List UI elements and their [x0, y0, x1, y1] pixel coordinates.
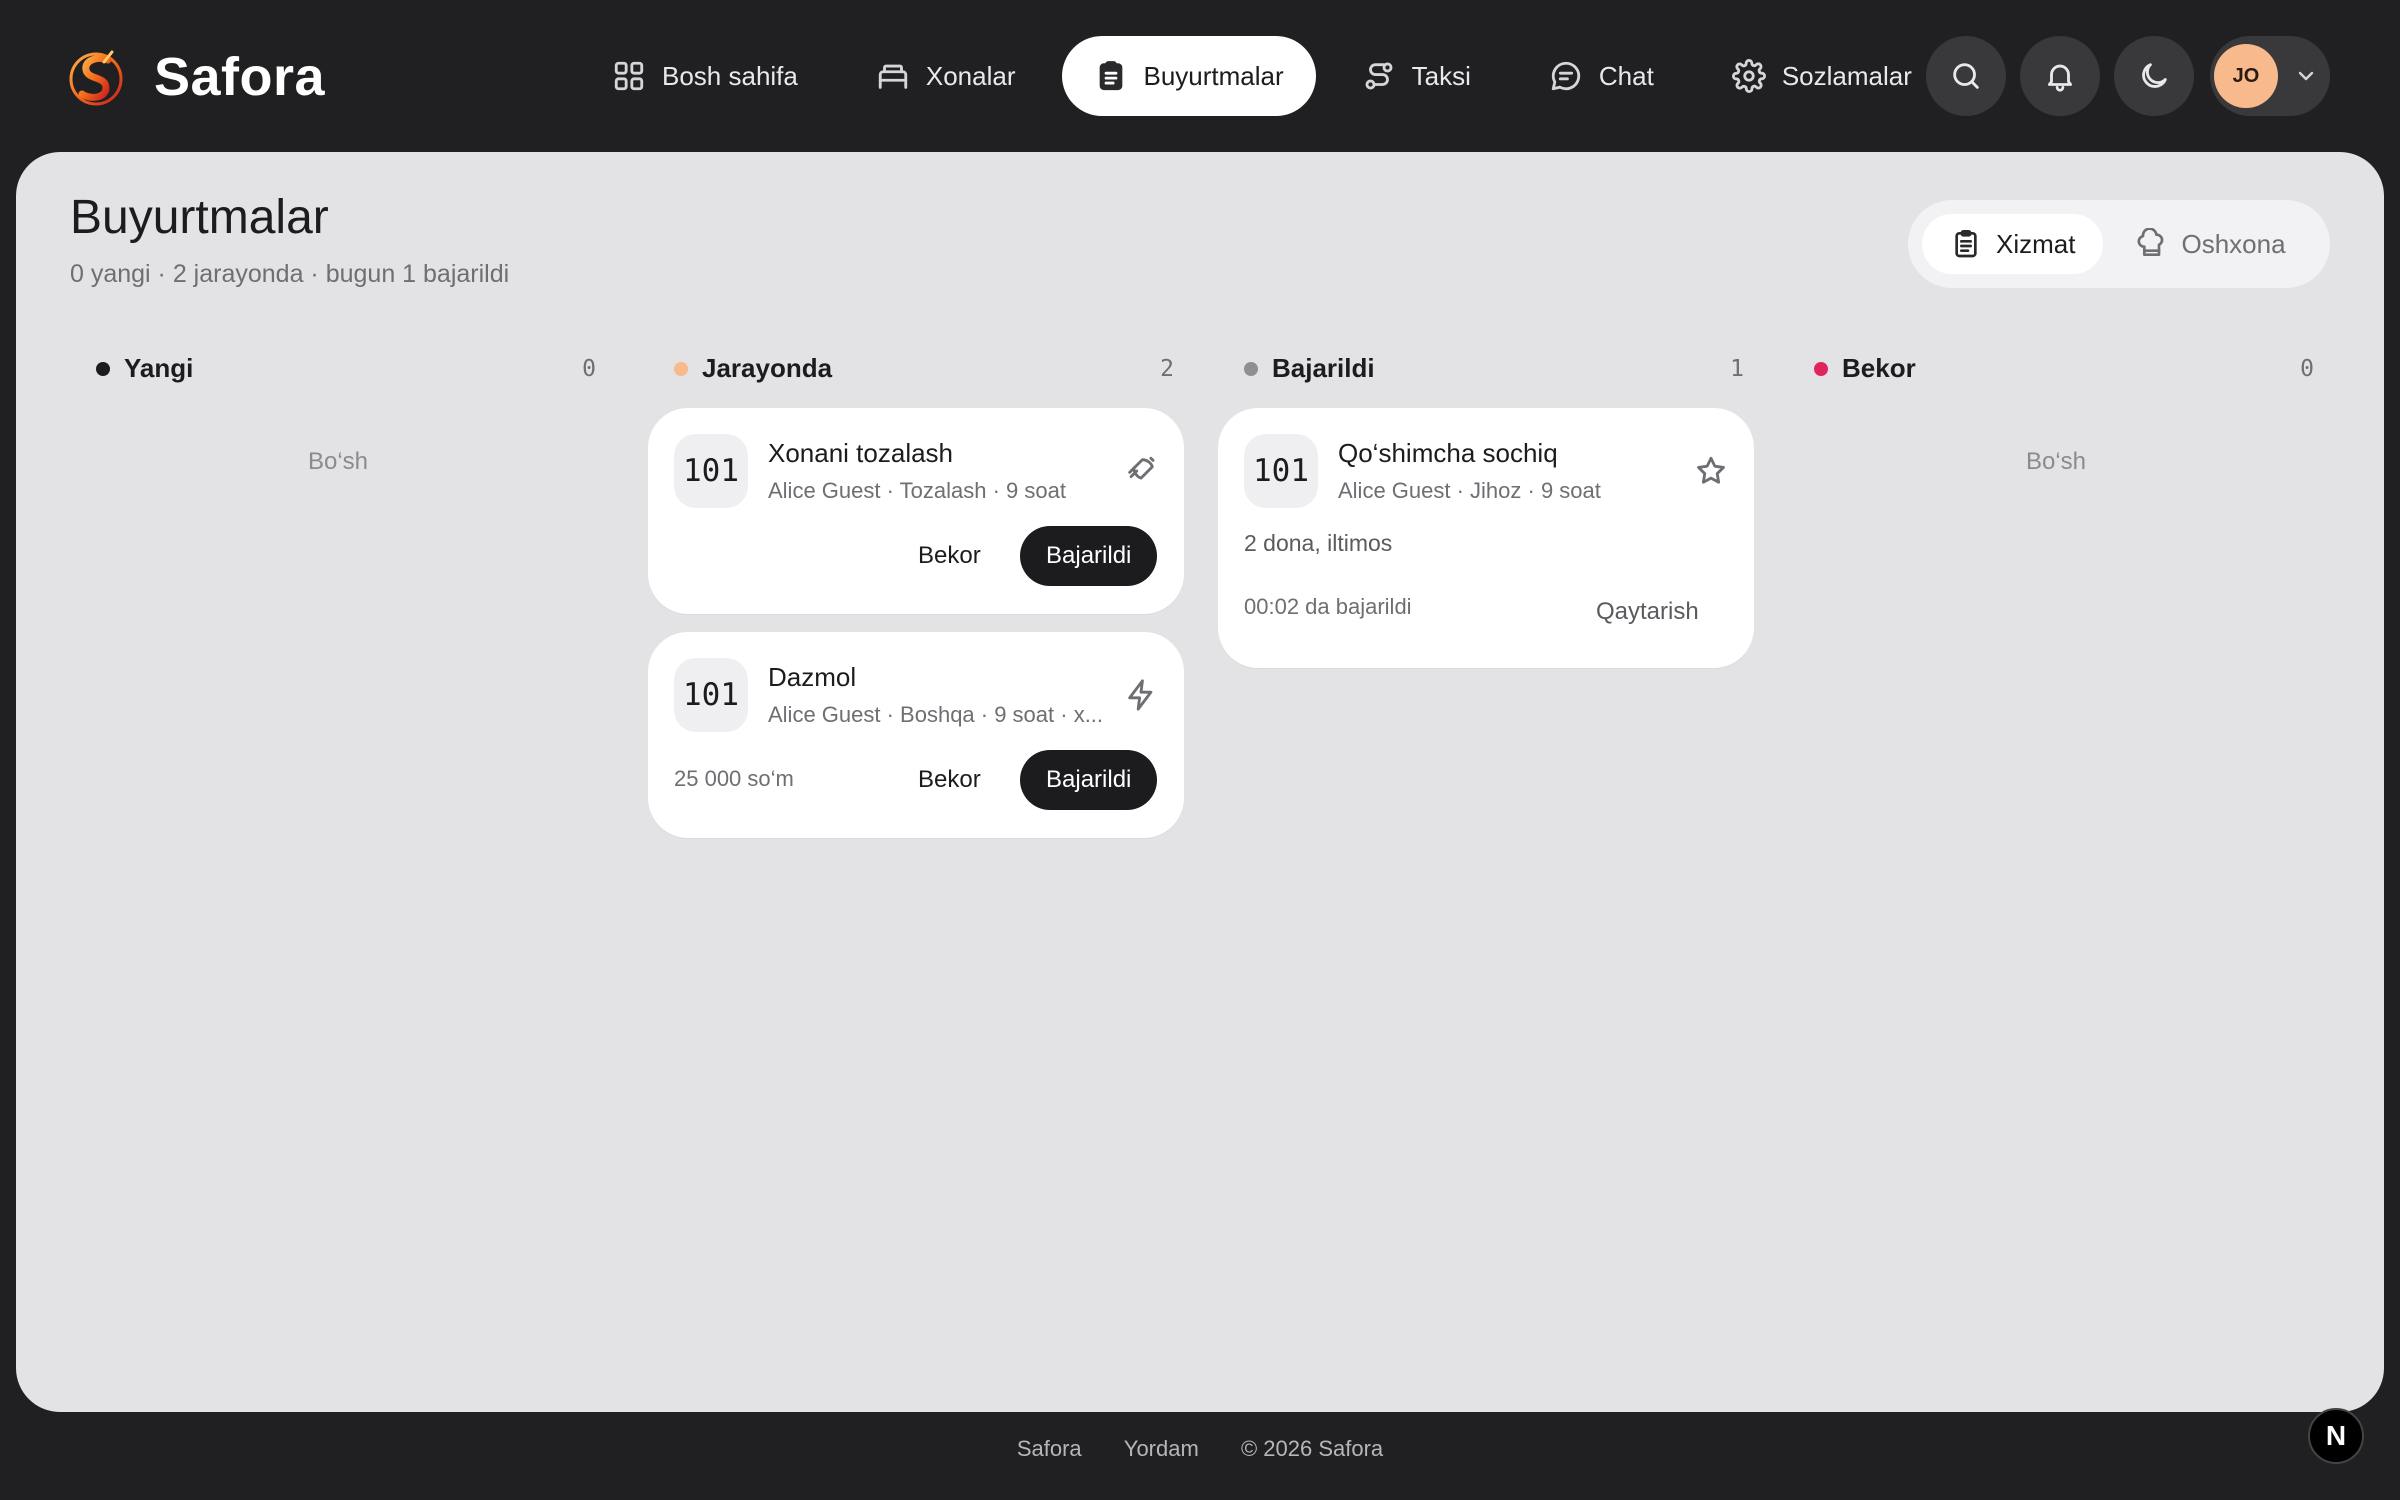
order-note: 2 dona, iltimos [1244, 530, 1393, 556]
nav-item-chat[interactable]: Chat [1517, 36, 1686, 116]
column-in-progress: Jarayonda 2 101 Xonani tozalash Alice Gu… [648, 338, 1184, 838]
search-icon [1953, 63, 1979, 89]
order-card[interactable]: 101 Xonani tozalash Alice Guest · Tozala… [648, 408, 1184, 614]
footer-brand-link[interactable]: Safora [1017, 1436, 1082, 1461]
status-dot [674, 362, 688, 376]
nav-item-orders[interactable]: Buyurtmalar [1061, 36, 1316, 116]
theme-toggle-button[interactable] [2114, 36, 2194, 116]
page-subtitle: 0 yangi · 2 jarayonda · bugun 1 bajarild… [70, 260, 510, 288]
column-count: 0 [582, 356, 596, 382]
star-icon [1697, 456, 1725, 484]
broom-icon [1128, 456, 1155, 480]
nav-item-home[interactable]: Bosh sahifa [580, 36, 830, 116]
column-count: 1 [1730, 356, 1744, 382]
column-count: 0 [2300, 356, 2314, 382]
brand-name: Safora [154, 47, 326, 107]
order-meta: Alice Guest · Boshqa · 9 soat · x... [768, 702, 1104, 727]
clipboard-icon [1099, 61, 1122, 91]
complete-button[interactable]: Bajarildi [1020, 750, 1158, 810]
category-switch: Xizmat Oshxona [1908, 200, 2330, 288]
main-nav: Bosh sahifa Xonalar Buyurtmalar Taksi Ch… [580, 36, 1944, 116]
nav-item-label: Buyurtmalar [1143, 60, 1284, 91]
search-button[interactable] [1926, 36, 2006, 116]
tab-service-label: Xizmat [1996, 228, 2076, 259]
nav-item-label: Bosh sahifa [662, 60, 798, 91]
user-menu-button[interactable]: JO [2210, 36, 2330, 116]
room-number: 101 [1244, 434, 1318, 508]
order-title: Qo‘shimcha sochiq [1338, 438, 1558, 468]
dev-badge[interactable]: N [2308, 1408, 2364, 1464]
nav-item-label: Xonalar [925, 60, 1016, 91]
column-header: Bekor 0 [1788, 338, 2324, 398]
nav-item-rooms[interactable]: Xonalar [844, 36, 1048, 116]
column-header: Yangi 0 [70, 338, 606, 398]
nav-item-label: Taksi [1411, 60, 1471, 91]
chat-icon [1551, 61, 1581, 91]
lightning-icon [1128, 679, 1153, 711]
nav-item-label: Chat [1598, 60, 1654, 91]
tab-kitchen-label: Oshxona [2181, 228, 2286, 259]
room-number: 101 [674, 434, 748, 508]
gear-icon [1731, 59, 1766, 93]
room-number: 101 [674, 658, 748, 732]
revert-button[interactable]: Qaytarish [1570, 582, 1725, 642]
tab-service[interactable]: Xizmat [1922, 214, 2104, 274]
status-dot [1244, 362, 1258, 376]
order-title: Xonani tozalash [768, 438, 954, 468]
empty-state: Bo‘sh [2025, 448, 2087, 475]
route-icon [1365, 62, 1393, 90]
page-title: Buyurtmalar [70, 191, 329, 244]
cancel-button[interactable]: Bekor [892, 750, 1007, 810]
brand-logo[interactable]: Safora [68, 46, 325, 108]
column-done: Bajarildi 1 101 Qo‘shimcha sochiq Alice … [1218, 338, 1754, 668]
moon-icon [2142, 63, 2167, 88]
chef-hat-icon [2137, 228, 2164, 256]
bell-icon [2047, 64, 2073, 92]
notifications-button[interactable] [2020, 36, 2100, 116]
nav-item-taxi[interactable]: Taksi [1330, 36, 1503, 116]
chevron-down-icon [2298, 71, 2314, 81]
order-title: Dazmol [768, 662, 857, 692]
order-card[interactable]: 101 Dazmol Alice Guest · Boshqa · 9 soat… [648, 632, 1184, 838]
complete-button[interactable]: Bajarildi [1020, 526, 1158, 586]
grid-icon [614, 61, 644, 91]
column-count: 2 [1160, 356, 1174, 382]
order-price: 25 000 so‘m [674, 766, 794, 791]
completed-time: 00:02 da bajarildi [1244, 594, 1412, 619]
main-panel: Buyurtmalar 0 yangi · 2 jarayonda · bugu… [16, 152, 2384, 1412]
column-new: Yangi 0 Bo‘sh [70, 338, 606, 476]
clipboard-list-icon [1955, 230, 1977, 258]
tab-kitchen[interactable]: Oshxona [2107, 214, 2313, 274]
footer-help-link[interactable]: Yordam [1124, 1436, 1199, 1461]
nav-item-label: Sozlamalar [1781, 60, 1912, 91]
status-dot [1814, 362, 1828, 376]
footer: Safora Yordam © 2026 Safora [0, 1436, 2400, 1462]
status-dot [96, 362, 110, 376]
column-title: Bekor [1842, 353, 1916, 383]
avatar: JO [2214, 44, 2278, 108]
empty-state: Bo‘sh [307, 448, 369, 475]
cancel-button[interactable]: Bekor [892, 526, 1007, 586]
top-bar: Safora Bosh sahifa Xonalar Buyurtmalar T… [0, 0, 2400, 152]
order-card[interactable]: 101 Qo‘shimcha sochiq Alice Guest · Jiho… [1218, 408, 1754, 668]
order-meta: Alice Guest · Tozalash · 9 soat [768, 478, 1066, 503]
column-header: Bajarildi 1 [1218, 338, 1754, 398]
column-title: Bajarildi [1272, 353, 1375, 383]
footer-copyright: © 2026 Safora [1240, 1436, 1384, 1461]
column-title: Yangi [124, 353, 194, 383]
order-meta: Alice Guest · Jihoz · 9 soat [1338, 478, 1601, 503]
safora-logo-icon [69, 50, 123, 106]
nav-item-settings[interactable]: Sozlamalar [1700, 36, 1944, 116]
column-cancelled: Bekor 0 Bo‘sh [1788, 338, 2324, 476]
column-header: Jarayonda 2 [648, 338, 1184, 398]
bed-icon [878, 64, 908, 89]
column-title: Jarayonda [702, 353, 833, 383]
